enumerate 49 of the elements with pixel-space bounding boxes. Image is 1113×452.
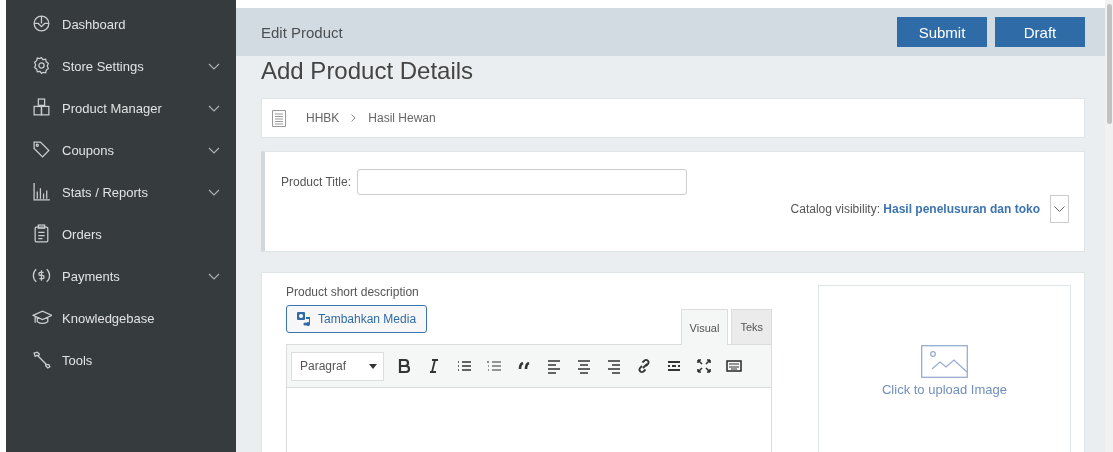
sidebar-item-label: Store Settings <box>62 58 145 74</box>
dashboard-icon <box>32 14 52 34</box>
input-field[interactable] <box>357 169 688 195</box>
catalog-visibility-text: Catalog visibility: Hasil penelusuran dan toko <box>790 202 1040 216</box>
breadcrumb-item[interactable]: Hasil Hewan <box>368 111 436 125</box>
gear-icon <box>32 56 52 76</box>
sidebar-item[interactable]: Orders <box>6 213 236 255</box>
sidebar-item-label: Tools <box>62 352 94 368</box>
section-title: Edit Product <box>261 23 344 41</box>
upload-text: Click to upload Image <box>882 382 1007 397</box>
dropdown-toggle[interactable] <box>1050 195 1069 223</box>
image-icon <box>921 345 968 378</box>
sidebar-item[interactable]: Store Settings <box>6 45 236 87</box>
chart-icon <box>32 182 52 202</box>
page-title: Add Product Details <box>261 56 475 86</box>
sidebar-item[interactable]: Coupons <box>6 129 236 171</box>
italic-icon <box>428 359 439 373</box>
tag-icon <box>32 140 52 160</box>
sidebar-item[interactable]: Dashboard <box>6 3 236 45</box>
sidebar-item-label: Orders <box>62 226 103 242</box>
breadcrumb-item[interactable]: HHBK <box>306 111 340 125</box>
sidebar-item[interactable]: Product Manager <box>6 87 236 129</box>
quote-icon <box>517 362 530 370</box>
header-button[interactable]: Submit <box>897 17 987 47</box>
editor-tab[interactable]: Visual <box>680 309 729 345</box>
field-label: Product Title: <box>281 175 352 189</box>
sidebar-item-label: Coupons <box>62 142 116 158</box>
document-icon <box>272 109 286 127</box>
sidebar-item-label: Dashboard <box>62 16 127 32</box>
format-select[interactable]: Paragraf <box>291 351 384 381</box>
editor-tab[interactable]: Teks <box>731 309 772 344</box>
sidebar-item[interactable]: Tools <box>6 339 236 381</box>
header-button[interactable]: Draft <box>995 17 1085 47</box>
dropdown-arrow-icon <box>369 363 377 369</box>
fullscreen-icon <box>694 357 713 375</box>
boxes-icon <box>32 98 52 118</box>
sidebar-item-label: Stats / Reports <box>62 184 149 200</box>
sidebar-item-label: Product Manager <box>62 100 163 116</box>
field-label: Product short description <box>286 285 420 299</box>
media-icon <box>297 312 312 326</box>
keyboard-icon <box>724 357 743 375</box>
chevron-icon <box>1054 206 1065 212</box>
sidebar-item-label: Payments <box>62 268 121 284</box>
sidebar-item[interactable]: Payments <box>6 255 236 297</box>
sidebar-item-label: Knowledgebase <box>62 310 156 326</box>
sidebar-item[interactable]: Knowledgebase <box>6 297 236 339</box>
chevron-icon <box>351 114 357 122</box>
add-media-button[interactable]: Tambahkan Media <box>286 305 428 333</box>
sidebar-item[interactable]: Stats / Reports <box>6 171 236 213</box>
